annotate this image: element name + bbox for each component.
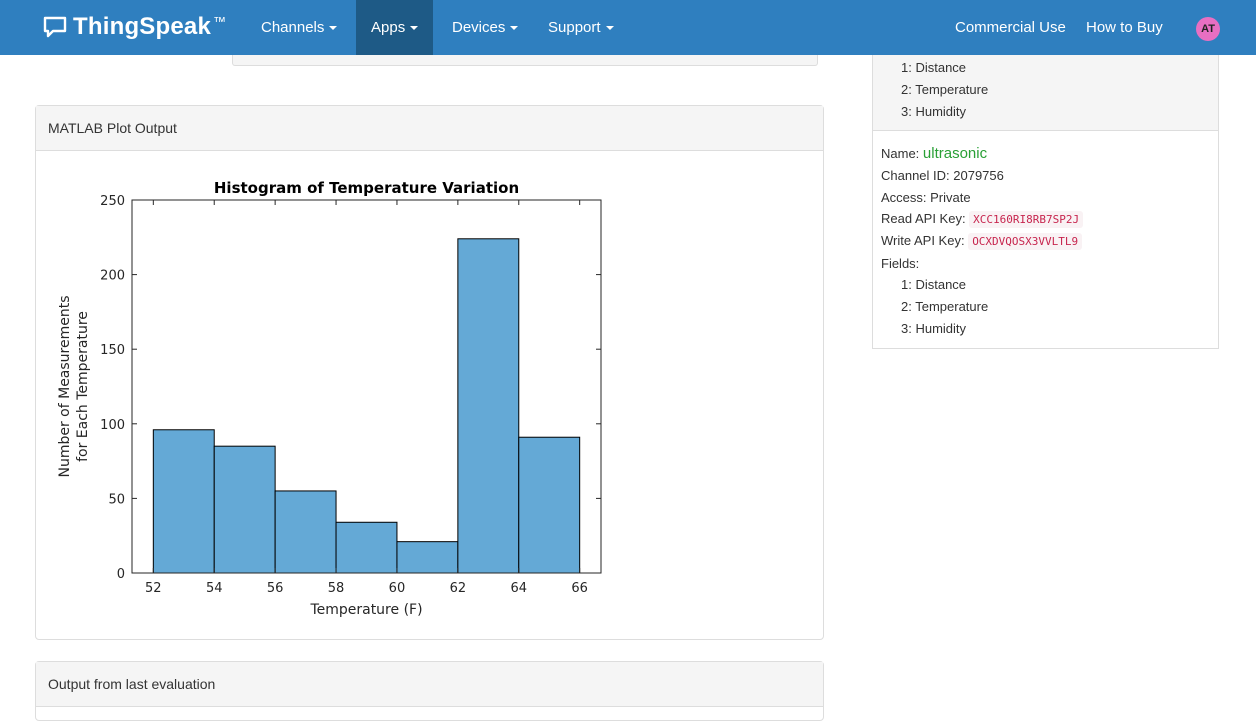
write-api-key-row: Write API Key: OCXDVQOSX3VVLTL9 bbox=[881, 233, 1083, 250]
sidebar-field-3: 3: Humidity bbox=[901, 104, 967, 119]
nav-commercial-use-label: Commercial Use bbox=[955, 19, 1066, 36]
nav-commercial-use[interactable]: Commercial Use bbox=[940, 0, 1081, 55]
write-api-key: OCXDVQOSX3VVLTL9 bbox=[968, 233, 1083, 250]
fields-label: Fields: bbox=[881, 256, 920, 271]
brand-trademark: ™ bbox=[213, 13, 227, 29]
histogram-chart: 52 54 56 58 60 62 64 66 0 50 100 150 200 250 Histogra… bbox=[57, 179, 602, 618]
sidebar-field-2: 2: Temperature bbox=[901, 82, 989, 97]
histogram-bar bbox=[152, 429, 215, 574]
histogram-bar bbox=[518, 436, 581, 574]
channel-field-2: 2: Temperature bbox=[901, 299, 989, 314]
channel-field-1: 1: Distance bbox=[901, 277, 967, 292]
y-tick-label: 100 bbox=[100, 418, 125, 433]
x-tick-label: 56 bbox=[267, 581, 284, 596]
nav-support[interactable]: Support bbox=[533, 0, 629, 55]
output-panel-heading: Output from last evaluation bbox=[36, 662, 823, 707]
x-tick-label: 60 bbox=[389, 581, 406, 596]
x-tick-label: 64 bbox=[510, 581, 527, 596]
read-api-key: XCC160RI8RB7SP2J bbox=[969, 211, 1084, 228]
y-tick-label: 150 bbox=[100, 343, 125, 358]
histogram-bar bbox=[274, 490, 337, 574]
channel-name-row: Name: ultrasonic bbox=[881, 145, 987, 162]
channel-name-label: Name: bbox=[881, 146, 923, 161]
write-api-key-label: Write API Key: bbox=[881, 233, 969, 248]
x-tick-label: 52 bbox=[145, 581, 162, 596]
channel-field-3: 3: Humidity bbox=[901, 321, 967, 336]
caret-down-icon bbox=[605, 25, 614, 30]
nav-devices-label: Devices bbox=[452, 19, 506, 36]
histogram-bar bbox=[457, 238, 520, 574]
y-tick-label: 0 bbox=[117, 567, 125, 582]
nav-devices[interactable]: Devices bbox=[437, 0, 533, 55]
x-tick-label: 66 bbox=[571, 581, 588, 596]
nav-how-to-buy-label: How to Buy bbox=[1086, 19, 1163, 36]
histogram-bar bbox=[213, 445, 276, 574]
channel-name-link[interactable]: ultrasonic bbox=[923, 145, 987, 162]
read-api-key-row: Read API Key: XCC160RI8RB7SP2J bbox=[881, 211, 1084, 228]
output-panel: Output from last evaluation bbox=[35, 661, 824, 721]
histogram-bar bbox=[335, 521, 398, 574]
nav-support-label: Support bbox=[548, 19, 601, 36]
nav-how-to-buy[interactable]: How to Buy bbox=[1071, 0, 1178, 55]
chat-bubble-icon bbox=[43, 16, 67, 38]
brand-name: ThingSpeak bbox=[73, 13, 212, 40]
y-axis-label-line-1: Number of Measurements bbox=[57, 295, 73, 477]
caret-down-icon bbox=[329, 25, 338, 30]
chart-title: Histogram of Temperature Variation bbox=[214, 179, 519, 197]
y-tick-label: 250 bbox=[100, 194, 125, 209]
caret-down-icon bbox=[410, 25, 419, 30]
x-axis-label: Temperature (F) bbox=[309, 602, 422, 618]
nav-apps[interactable]: Apps bbox=[356, 0, 434, 55]
previous-panel-bottom bbox=[232, 55, 818, 66]
nav-channels-label: Channels bbox=[261, 19, 325, 36]
nav-channels[interactable]: Channels bbox=[246, 0, 352, 55]
x-tick-label: 58 bbox=[328, 581, 345, 596]
y-tick-label: 50 bbox=[108, 492, 125, 507]
channel-id: Channel ID: 2079756 bbox=[881, 168, 1004, 183]
x-tick-label: 54 bbox=[206, 581, 223, 596]
channel-info-panel: Name: ultrasonic Channel ID: 2079756 Acc… bbox=[872, 131, 1219, 349]
thingspeak-logo[interactable]: ThingSpeak ™ bbox=[43, 13, 226, 41]
caret-down-icon bbox=[510, 25, 519, 30]
x-tick-label: 62 bbox=[450, 581, 467, 596]
read-api-key-label: Read API Key: bbox=[881, 211, 970, 226]
y-axis-label-line-2: for Each Temperature bbox=[75, 311, 91, 462]
plot-panel-heading: MATLAB Plot Output bbox=[36, 106, 823, 151]
sidebar-field-1: 1: Distance bbox=[901, 60, 967, 75]
nav-apps-label: Apps bbox=[371, 19, 406, 36]
histogram-bar bbox=[396, 541, 459, 574]
y-tick-label: 200 bbox=[100, 269, 125, 284]
top-navbar: ThingSpeak ™ Channels Apps Devices Suppor… bbox=[0, 0, 1256, 55]
channel-access: Access: Private bbox=[881, 190, 971, 205]
sidebar-previous-channel: 1: Distance 2: Temperature 3: Humidity bbox=[872, 55, 1219, 131]
user-avatar[interactable]: AT bbox=[1196, 17, 1220, 41]
